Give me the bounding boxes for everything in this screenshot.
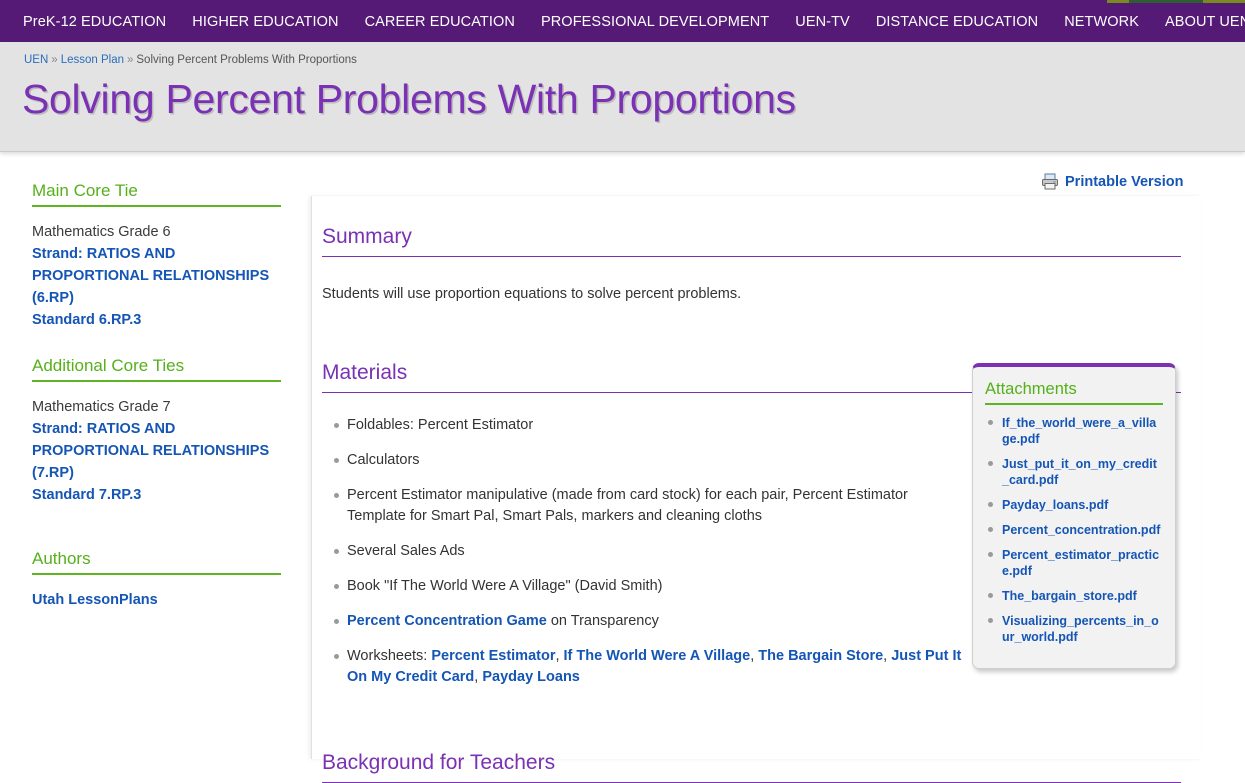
attachment-link-2[interactable]: Payday_loans.pdf — [1002, 498, 1108, 512]
nav-item-6[interactable]: NETWORK — [1051, 3, 1152, 42]
nav-item-1[interactable]: HIGHER EDUCATION — [179, 3, 351, 42]
breadcrumb-current: Solving Percent Problems With Proportion… — [136, 54, 357, 66]
attachment-link-4[interactable]: Percent_estimator_practice.pdf — [1002, 548, 1159, 578]
section-heading-background-for-teachers: Background for Teachers — [322, 750, 1181, 783]
materials-list-item: Book "If The World Were A Village" (Davi… — [322, 576, 962, 597]
materials-list-item: Several Sales Ads — [322, 541, 962, 562]
attachment-list-item: Visualizing_percents_in_our_world.pdf — [985, 613, 1163, 645]
main-navigation: PreK-12 EDUCATIONHIGHER EDUCATIONCAREER … — [0, 3, 1245, 42]
nav-item-7[interactable]: ABOUT UEN — [1152, 3, 1245, 42]
breadcrumb-separator: » — [48, 54, 60, 66]
sidebar-additional-core-grade: Mathematics Grade 7 — [32, 396, 281, 418]
attachment-list-item: Payday_loans.pdf — [985, 497, 1163, 513]
breadcrumb-link-uen[interactable]: UEN — [24, 54, 48, 66]
attachment-list-item: If_the_world_were_a_village.pdf — [985, 415, 1163, 447]
sidebar-section-main-core-tie: Main Core Tie Mathematics Grade 6 Strand… — [32, 180, 281, 331]
sidebar-section-additional-core-ties: Additional Core Ties Mathematics Grade 7… — [32, 355, 281, 506]
materials-link[interactable]: The Bargain Store — [758, 648, 883, 664]
materials-link[interactable]: If The World Were A Village — [564, 648, 751, 664]
sidebar-link-author[interactable]: Utah LessonPlans — [32, 589, 281, 611]
attachment-link-0[interactable]: If_the_world_were_a_village.pdf — [1002, 416, 1156, 446]
attachment-list-item: Percent_concentration.pdf — [985, 522, 1163, 538]
sidebar-heading-additional-core-ties: Additional Core Ties — [32, 355, 281, 382]
sidebar-main-core-grade: Mathematics Grade 6 — [32, 221, 281, 243]
page-header-band: UEN»Lesson Plan»Solving Percent Problems… — [0, 42, 1245, 152]
section-heading-summary: Summary — [322, 224, 1181, 257]
materials-text: Percent Estimator manipulative (made fro… — [347, 487, 908, 524]
attachment-list-item: The_bargain_store.pdf — [985, 588, 1163, 604]
materials-text: Foldables: Percent Estimator — [347, 417, 533, 433]
materials-list-item: Percent Concentration Game on Transparen… — [322, 611, 962, 632]
sidebar-link-standard-6rp3[interactable]: Standard 6.RP.3 — [32, 309, 281, 331]
sidebar-section-authors: Authors Utah LessonPlans — [32, 548, 281, 611]
materials-list: Foldables: Percent Estimator Calculators P… — [322, 415, 962, 688]
attachment-list-item: Just_put_it_on_my_credit_card.pdf — [985, 456, 1163, 488]
materials-list-item: Percent Estimator manipulative (made fro… — [322, 485, 962, 527]
sidebar-link-strand-6rp[interactable]: Strand: RATIOS AND PROPORTIONAL RELATION… — [32, 243, 281, 309]
materials-link[interactable]: Payday Loans — [482, 669, 580, 685]
sidebar-link-standard-7rp3[interactable]: Standard 7.RP.3 — [32, 484, 281, 506]
attachment-link-6[interactable]: Visualizing_percents_in_our_world.pdf — [1002, 614, 1159, 644]
materials-list-item: Calculators — [322, 450, 962, 471]
nav-item-3[interactable]: PROFESSIONAL DEVELOPMENT — [528, 3, 782, 42]
attachment-list-item: Percent_estimator_practice.pdf — [985, 547, 1163, 579]
attachments-heading: Attachments — [985, 379, 1163, 405]
materials-text: on Transparency — [547, 613, 659, 629]
sidebar-heading-main-core-tie: Main Core Tie — [32, 180, 281, 207]
printer-icon — [1041, 173, 1059, 190]
breadcrumb-link-lesson-plan[interactable]: Lesson Plan — [61, 54, 124, 66]
materials-text: Worksheets: — [347, 648, 431, 664]
printable-version-link[interactable]: Printable Version — [1041, 173, 1183, 190]
attachment-link-5[interactable]: The_bargain_store.pdf — [1002, 589, 1137, 603]
attachments-panel: Attachments If_the_world_were_a_village.… — [972, 363, 1176, 669]
page-title: Solving Percent Problems With Proportion… — [22, 76, 796, 123]
nav-item-5[interactable]: DISTANCE EDUCATION — [863, 3, 1051, 42]
nav-item-0[interactable]: PreK-12 EDUCATION — [10, 3, 179, 42]
breadcrumb: UEN»Lesson Plan»Solving Percent Problems… — [24, 54, 357, 66]
materials-text: , — [555, 648, 563, 664]
printable-version-label: Printable Version — [1065, 174, 1183, 190]
breadcrumb-separator: » — [124, 54, 136, 66]
sidebar-heading-authors: Authors — [32, 548, 281, 575]
sidebar-link-strand-7rp[interactable]: Strand: RATIOS AND PROPORTIONAL RELATION… — [32, 418, 281, 484]
summary-text: Students will use proportion equations t… — [322, 284, 1181, 304]
materials-link[interactable]: Percent Concentration Game — [347, 613, 547, 629]
materials-link[interactable]: Percent Estimator — [431, 648, 555, 664]
nav-item-4[interactable]: UEN-TV — [782, 3, 863, 42]
materials-text: Several Sales Ads — [347, 543, 465, 559]
attachment-link-1[interactable]: Just_put_it_on_my_credit_card.pdf — [1002, 457, 1157, 487]
attachments-list: If_the_world_were_a_village.pdf Just_put_… — [985, 415, 1163, 645]
materials-list-item: Worksheets: Percent Estimator, If The Wo… — [322, 646, 962, 688]
nav-item-2[interactable]: CAREER EDUCATION — [352, 3, 528, 42]
materials-list-item: Foldables: Percent Estimator — [322, 415, 962, 436]
materials-text: , — [883, 648, 891, 664]
sidebar: Main Core Tie Mathematics Grade 6 Strand… — [32, 180, 281, 635]
materials-text: Book "If The World Were A Village" (Davi… — [347, 578, 662, 594]
attachment-link-3[interactable]: Percent_concentration.pdf — [1002, 523, 1160, 537]
materials-text: Calculators — [347, 452, 420, 468]
